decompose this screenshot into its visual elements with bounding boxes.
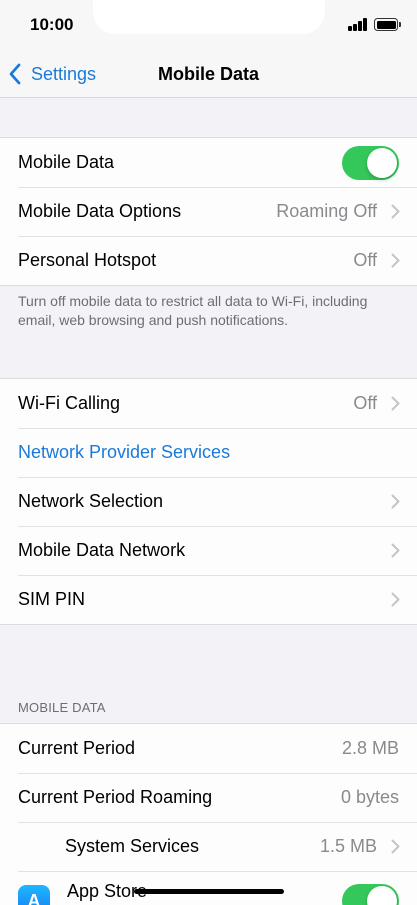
- system-services-label: System Services: [65, 836, 200, 856]
- battery-cap: [399, 22, 401, 27]
- mobile-data-toggle[interactable]: [342, 146, 399, 180]
- home-indicator[interactable]: [134, 889, 284, 894]
- current-period-label: Current Period: [18, 738, 136, 758]
- network-provider-services-row[interactable]: Network Provider Services: [0, 428, 417, 477]
- current-period-row: Current Period 2.8 MB: [0, 724, 417, 773]
- chevron-right-icon: [391, 494, 400, 509]
- current-period-roaming-value: 0 bytes: [340, 787, 399, 807]
- network-provider-services-link[interactable]: Network Provider Services: [18, 442, 230, 463]
- app-store-glyph: A: [27, 890, 41, 905]
- toggle-knob: [367, 886, 397, 905]
- battery-icon: [374, 18, 398, 31]
- chevron-right-icon: [391, 253, 400, 268]
- sim-pin-label: SIM PIN: [18, 589, 86, 609]
- notch: [93, 0, 325, 34]
- wifi-calling-value: Off: [353, 393, 377, 413]
- usage-group: Current Period 2.8 MB Current Period Roa…: [0, 723, 417, 905]
- personal-hotspot-row[interactable]: Personal Hotspot Off: [0, 236, 417, 285]
- system-services-value: 1.5 MB: [319, 836, 377, 856]
- mobile-data-network-row[interactable]: Mobile Data Network: [0, 526, 417, 575]
- section-header-mobile-data: MOBILE DATA: [18, 700, 106, 715]
- sim-pin-row[interactable]: SIM PIN: [0, 575, 417, 624]
- network-group: Wi-Fi Calling Off Network Provider Servi…: [0, 378, 417, 625]
- mobile-data-row: Mobile Data: [0, 138, 417, 187]
- mobile-data-footnote: Turn off mobile data to restrict all dat…: [18, 293, 368, 328]
- wifi-calling-row[interactable]: Wi-Fi Calling Off: [0, 379, 417, 428]
- system-services-row[interactable]: System Services 1.5 MB: [0, 822, 417, 871]
- app-store-row: A App Store: [0, 871, 417, 905]
- current-period-roaming-row: Current Period Roaming 0 bytes: [0, 773, 417, 822]
- cellular-signal-icon: [348, 18, 368, 31]
- app-store-icon: A: [18, 885, 50, 905]
- wifi-calling-label: Wi-Fi Calling: [18, 393, 121, 413]
- chevron-right-icon: [391, 396, 400, 411]
- mobile-data-group: Mobile Data Mobile Data Options Roaming …: [0, 137, 417, 286]
- app-store-toggle[interactable]: [342, 884, 399, 905]
- toggle-knob: [367, 148, 397, 178]
- network-selection-label: Network Selection: [18, 491, 164, 511]
- network-selection-row[interactable]: Network Selection: [0, 477, 417, 526]
- chevron-right-icon: [391, 839, 400, 854]
- mobile-data-network-label: Mobile Data Network: [18, 540, 186, 560]
- chevron-right-icon: [391, 204, 400, 219]
- current-period-value: 2.8 MB: [341, 738, 399, 758]
- status-bar: 10:00: [0, 0, 417, 50]
- personal-hotspot-value: Off: [353, 250, 377, 270]
- chevron-right-icon: [391, 543, 400, 558]
- mobile-data-options-value: Roaming Off: [276, 201, 377, 221]
- mobile-data-options-label: Mobile Data Options: [18, 201, 182, 221]
- page-title: Mobile Data: [157, 64, 259, 84]
- status-time: 10:00: [30, 15, 74, 34]
- personal-hotspot-label: Personal Hotspot: [18, 250, 157, 270]
- current-period-roaming-label: Current Period Roaming: [18, 787, 213, 807]
- navigation-bar: Settings Mobile Data: [0, 50, 417, 98]
- chevron-right-icon: [391, 592, 400, 607]
- mobile-data-options-row[interactable]: Mobile Data Options Roaming Off: [0, 187, 417, 236]
- mobile-data-label: Mobile Data: [18, 152, 115, 172]
